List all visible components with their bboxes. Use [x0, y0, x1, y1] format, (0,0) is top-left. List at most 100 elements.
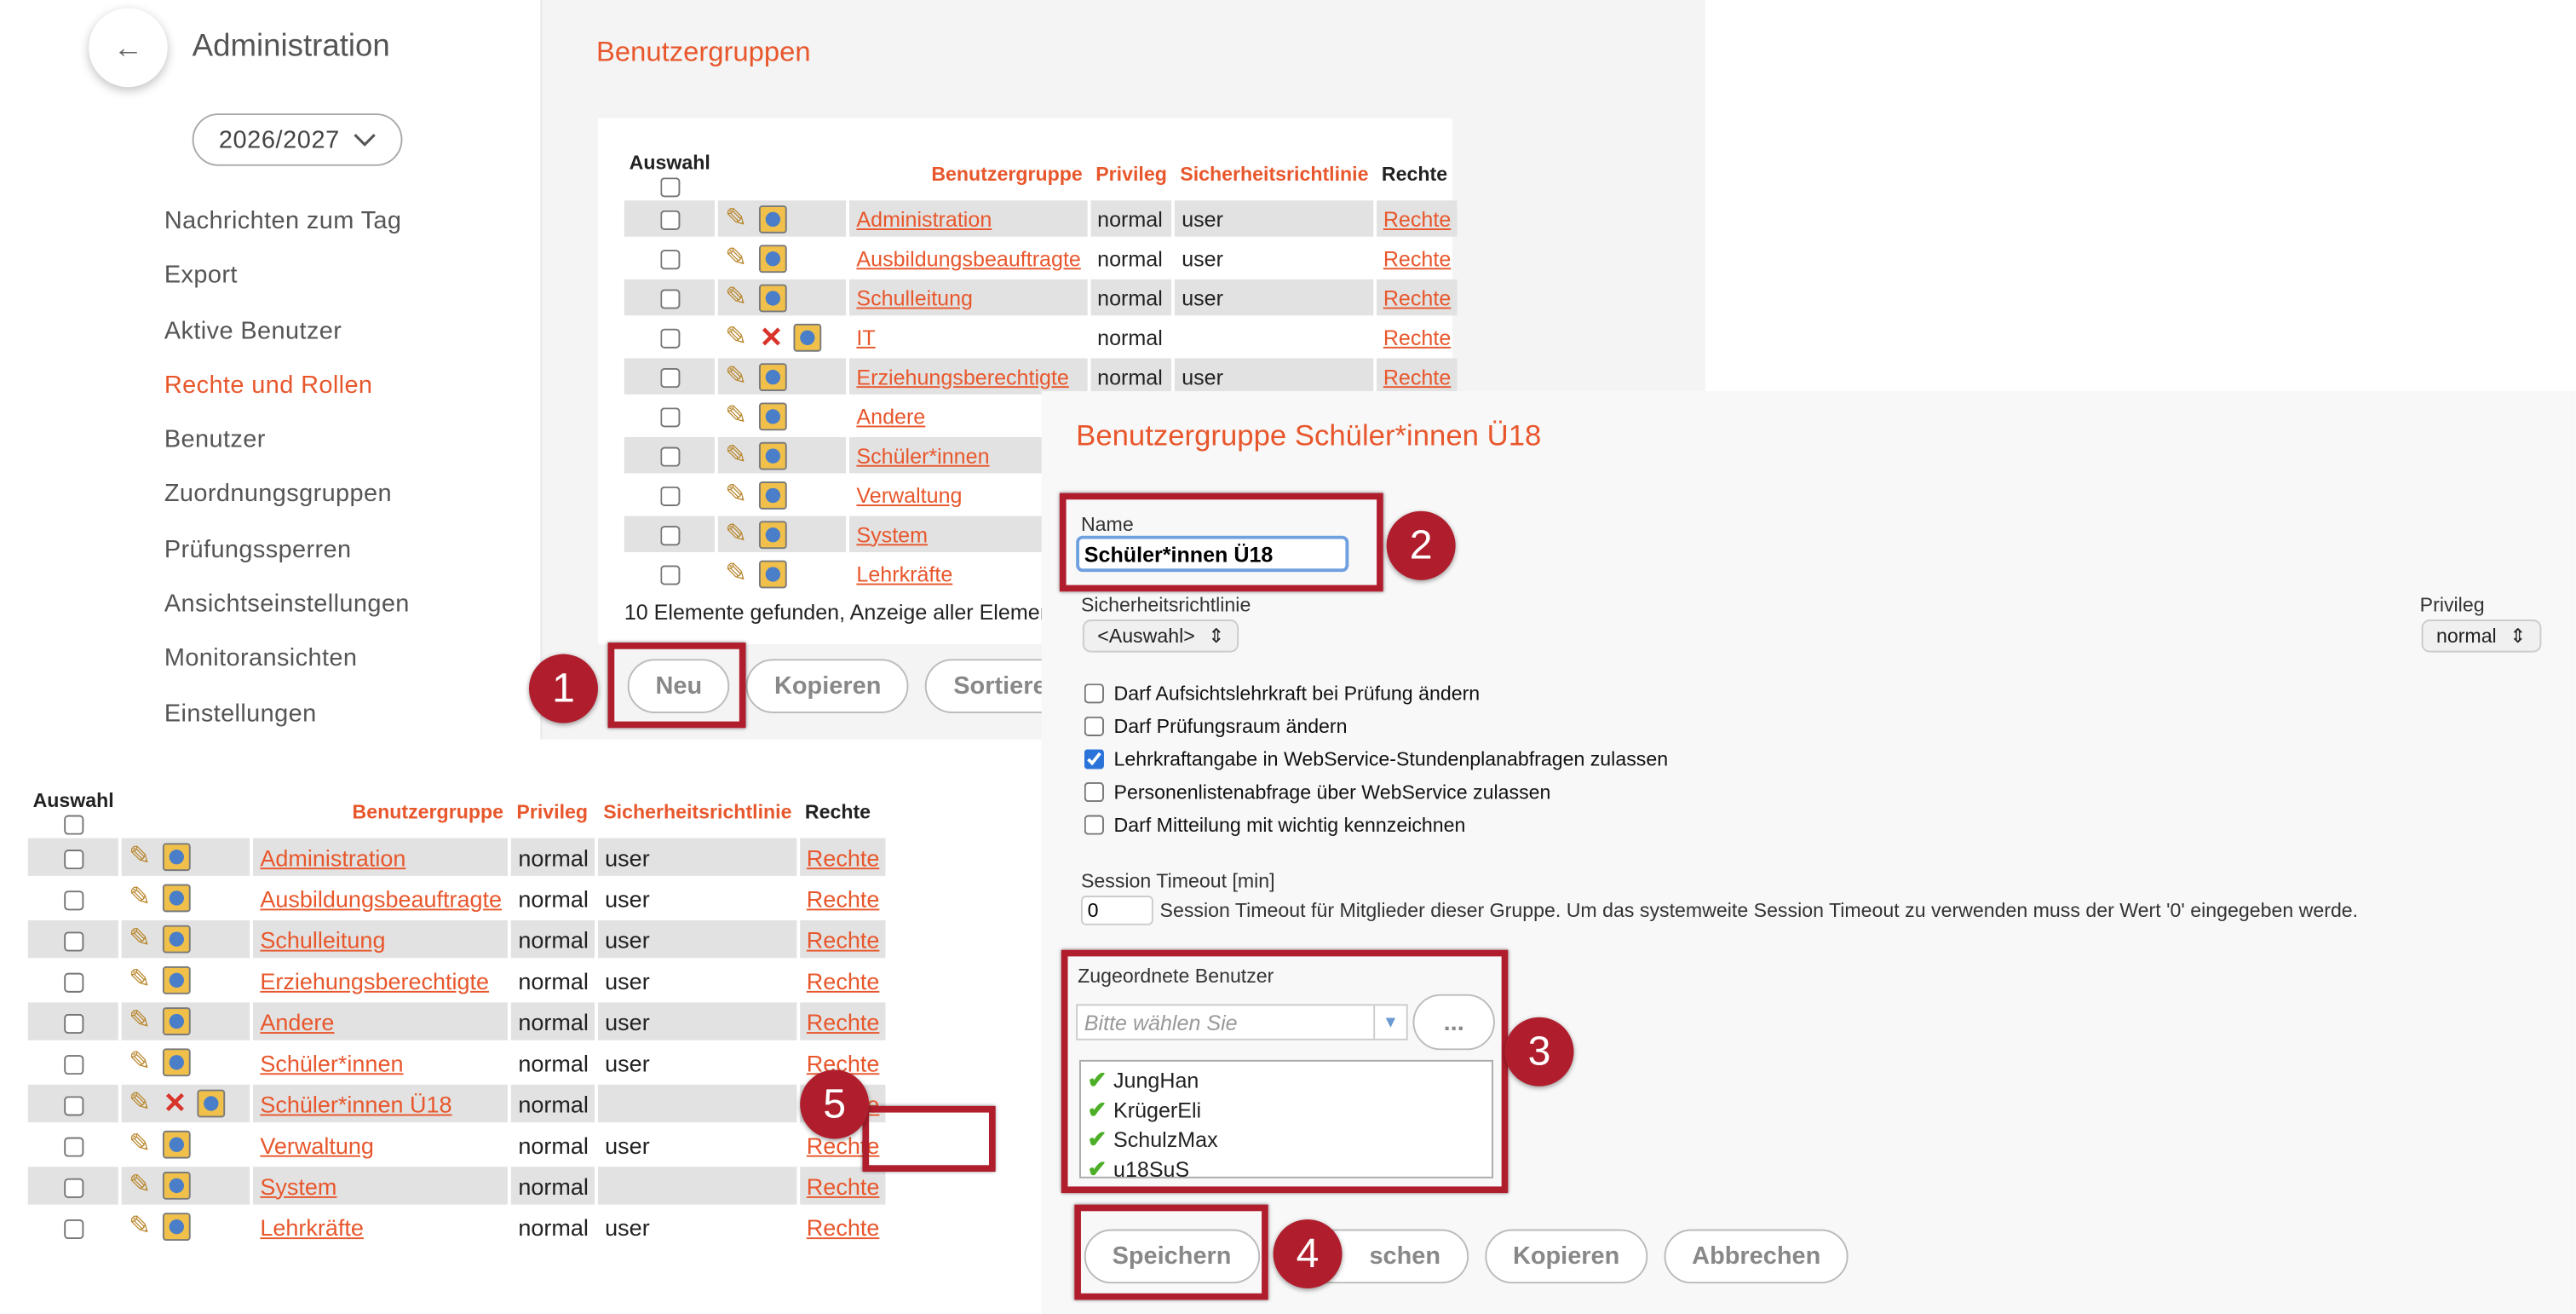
row-checkbox[interactable] — [659, 368, 680, 389]
edit-pencil-icon[interactable]: ✎ — [725, 520, 753, 548]
group-name-link[interactable]: Erziehungsberechtigte — [856, 364, 1068, 389]
permissions-icon[interactable] — [759, 401, 788, 430]
row-checkbox[interactable] — [659, 250, 680, 270]
sidebar-item[interactable]: Monitoransichten — [164, 631, 410, 686]
row-checkbox[interactable] — [63, 1178, 83, 1198]
group-name-link[interactable]: Andere — [260, 1008, 334, 1034]
sidebar-item[interactable]: Zuordnungsgruppen — [164, 468, 410, 522]
group-name-link[interactable]: Andere — [856, 403, 925, 428]
rights-link[interactable]: Rechte — [807, 885, 880, 911]
permissions-icon[interactable] — [759, 205, 788, 233]
sidebar-item[interactable]: Aktive Benutzer — [164, 303, 410, 358]
edit-pencil-icon[interactable]: ✎ — [129, 1090, 157, 1118]
permissions-icon[interactable] — [759, 520, 788, 549]
row-checkbox[interactable] — [63, 972, 83, 993]
permission-checkbox[interactable] — [1084, 781, 1104, 803]
sidebar-item[interactable]: Nachrichten zum Tag — [164, 194, 410, 249]
permissions-icon[interactable] — [794, 323, 822, 351]
group-name-link[interactable]: System — [856, 522, 928, 546]
group-name-link[interactable]: Schüler*innen Ü18 — [260, 1091, 451, 1117]
row-checkbox[interactable] — [659, 447, 680, 467]
sidebar-item[interactable]: Export — [164, 249, 410, 303]
group-name-link[interactable]: System — [260, 1173, 336, 1199]
permissions-icon[interactable] — [163, 1007, 192, 1036]
permissions-icon[interactable] — [163, 844, 192, 872]
row-checkbox[interactable] — [659, 328, 680, 349]
group-name-link[interactable]: Schulleitung — [260, 926, 385, 953]
edit-pencil-icon[interactable]: ✎ — [129, 1213, 157, 1242]
edit-pencil-icon[interactable]: ✎ — [725, 244, 753, 272]
permissions-icon[interactable] — [163, 1049, 192, 1077]
sidebar-item[interactable]: Einstellungen — [164, 686, 410, 741]
permissions-icon[interactable] — [759, 244, 788, 273]
edit-pencil-icon[interactable]: ✎ — [129, 885, 157, 913]
back-button[interactable]: ← — [89, 8, 168, 88]
sidebar-item[interactable]: Ansichtseinstellungen — [164, 577, 410, 631]
rights-link[interactable]: Rechte — [1383, 364, 1451, 389]
edit-pencil-icon[interactable]: ✎ — [725, 441, 753, 470]
permissions-icon[interactable] — [163, 885, 192, 913]
permission-checkbox[interactable] — [1084, 683, 1104, 704]
group-name-link[interactable]: Schüler*innen — [260, 1049, 403, 1075]
cancel-button[interactable]: Abbrechen — [1664, 1229, 1849, 1284]
row-checkbox[interactable] — [659, 526, 680, 546]
permissions-icon[interactable] — [163, 966, 192, 995]
row-checkbox[interactable] — [659, 210, 680, 231]
row-checkbox[interactable] — [63, 1137, 83, 1157]
permissions-icon[interactable] — [163, 1172, 192, 1201]
row-checkbox[interactable] — [63, 1054, 83, 1075]
group-name-link[interactable]: Schüler*innen — [856, 443, 989, 468]
permissions-icon[interactable] — [759, 362, 788, 391]
edit-pencil-icon[interactable]: ✎ — [725, 560, 753, 588]
permissions-icon[interactable] — [163, 1131, 192, 1160]
permissions-icon[interactable] — [163, 925, 192, 954]
rights-link[interactable]: Rechte — [807, 1008, 880, 1034]
edit-pencil-icon[interactable]: ✎ — [129, 1173, 157, 1201]
edit-pencil-icon[interactable]: ✎ — [129, 1008, 157, 1036]
sidebar-item[interactable]: Prüfungssperren — [164, 522, 410, 577]
rights-link[interactable]: Rechte — [1383, 245, 1451, 270]
row-checkbox[interactable] — [659, 289, 680, 309]
permission-checkbox[interactable] — [1084, 716, 1104, 736]
rights-link[interactable]: Rechte — [807, 1173, 880, 1199]
row-checkbox[interactable] — [63, 1095, 83, 1116]
row-checkbox[interactable] — [63, 1013, 83, 1034]
permissions-icon[interactable] — [759, 441, 788, 470]
edit-pencil-icon[interactable]: ✎ — [129, 1132, 157, 1160]
permissions-icon[interactable] — [759, 481, 788, 509]
delete-x-icon[interactable]: ✕ — [760, 323, 788, 351]
row-checkbox[interactable] — [63, 1219, 83, 1239]
permissions-icon[interactable] — [759, 283, 788, 312]
row-checkbox[interactable] — [63, 931, 83, 952]
delete-x-icon[interactable]: ✕ — [164, 1090, 192, 1118]
edit-pencil-icon[interactable]: ✎ — [725, 205, 753, 233]
rights-link[interactable]: Rechte — [807, 926, 880, 953]
edit-pencil-icon[interactable]: ✎ — [725, 284, 753, 312]
timeout-input[interactable] — [1080, 896, 1153, 925]
edit-pencil-icon[interactable]: ✎ — [725, 481, 753, 509]
row-checkbox[interactable] — [659, 486, 680, 507]
sidebar-item[interactable]: Benutzer — [164, 412, 410, 467]
edit-pencil-icon[interactable]: ✎ — [725, 402, 753, 430]
group-name-link[interactable]: IT — [856, 325, 875, 349]
row-checkbox[interactable] — [659, 565, 680, 585]
group-name-link[interactable]: Lehrkräfte — [260, 1213, 364, 1240]
dialog-copy-button[interactable]: Kopieren — [1485, 1229, 1648, 1284]
permissions-icon[interactable] — [759, 559, 788, 588]
edit-pencil-icon[interactable]: ✎ — [129, 1049, 157, 1077]
edit-pencil-icon[interactable]: ✎ — [725, 362, 753, 390]
permission-checkbox[interactable] — [1084, 815, 1104, 835]
privilege-select[interactable]: normal ⇕ — [2421, 620, 2541, 653]
group-name-link[interactable]: Ausbildungsbeauftragte — [260, 885, 502, 911]
edit-pencil-icon[interactable]: ✎ — [725, 323, 753, 351]
group-name-link[interactable]: Administration — [856, 206, 992, 231]
sidebar-item[interactable]: Rechte und Rollen — [164, 358, 410, 412]
group-name-link[interactable]: Verwaltung — [260, 1132, 374, 1158]
copy-button[interactable]: Kopieren — [746, 659, 910, 713]
select-all-checkbox[interactable] — [659, 176, 680, 198]
group-name-link[interactable]: Administration — [260, 844, 405, 870]
edit-pencil-icon[interactable]: ✎ — [129, 844, 157, 872]
rights-link[interactable]: Rechte — [807, 1213, 880, 1240]
group-name-link[interactable]: Lehrkräfte — [856, 562, 952, 586]
group-name-link[interactable]: Schulleitung — [856, 285, 973, 310]
